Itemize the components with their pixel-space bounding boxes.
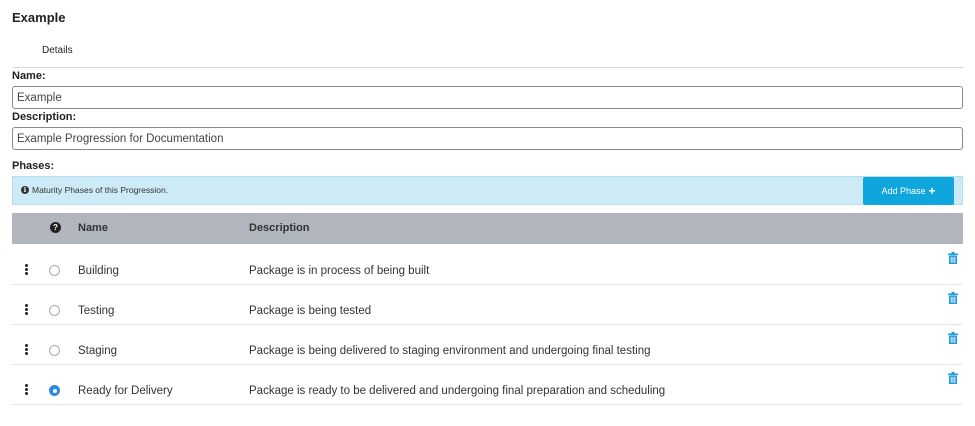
drag-handle-icon[interactable] xyxy=(25,384,28,395)
trash-icon[interactable] xyxy=(948,372,958,384)
phase-name: Ready for Delivery xyxy=(78,385,173,397)
phase-radio[interactable] xyxy=(49,265,60,276)
name-label: Name: xyxy=(12,70,46,82)
table-row[interactable]: Testing Package is being tested xyxy=(12,285,963,325)
column-header-name[interactable]: Name xyxy=(78,222,108,234)
phase-name: Building xyxy=(78,265,119,277)
phase-radio[interactable] xyxy=(49,345,60,356)
table-row[interactable]: Ready for Delivery Package is ready to be… xyxy=(12,365,963,405)
trash-icon[interactable] xyxy=(948,252,958,264)
plus-icon: + xyxy=(928,184,936,198)
drag-handle-icon[interactable] xyxy=(25,264,28,275)
question-icon[interactable]: ? xyxy=(50,222,61,233)
phase-name: Testing xyxy=(78,305,115,317)
table-header: ? Name Description xyxy=(12,213,963,244)
add-phase-label: Add Phase xyxy=(881,186,926,196)
phase-description: Package is being delivered to staging en… xyxy=(249,345,651,357)
info-text: Maturity Phases of this Progression. xyxy=(32,185,169,195)
info-icon: i xyxy=(21,186,29,194)
page-title: Example xyxy=(12,10,66,25)
info-bar: i Maturity Phases of this Progression. A… xyxy=(12,176,963,205)
table-row[interactable]: Staging Package is being delivered to sta… xyxy=(12,325,963,365)
phase-description: Package is being tested xyxy=(249,305,372,317)
phases-label: Phases: xyxy=(12,160,55,172)
table-row[interactable]: Building Package is in process of being b… xyxy=(12,245,963,285)
add-phase-button[interactable]: Add Phase + xyxy=(863,177,954,205)
phase-description: Package is ready to be delivered and und… xyxy=(249,385,666,397)
drag-handle-icon[interactable] xyxy=(25,344,28,355)
name-field[interactable] xyxy=(12,86,963,109)
trash-icon[interactable] xyxy=(948,292,958,304)
phase-description: Package is in process of being built xyxy=(249,265,430,277)
info-message: i Maturity Phases of this Progression. xyxy=(21,185,168,195)
drag-handle-icon[interactable] xyxy=(25,304,28,315)
trash-icon[interactable] xyxy=(948,332,958,344)
tab-details[interactable]: Details xyxy=(42,45,73,56)
column-header-description[interactable]: Description xyxy=(249,222,310,234)
tab-divider xyxy=(12,67,963,68)
phase-name: Staging xyxy=(78,345,118,357)
phase-radio[interactable] xyxy=(49,385,60,396)
phase-radio[interactable] xyxy=(49,305,60,316)
description-field[interactable] xyxy=(12,127,963,150)
description-label: Description: xyxy=(12,111,77,123)
